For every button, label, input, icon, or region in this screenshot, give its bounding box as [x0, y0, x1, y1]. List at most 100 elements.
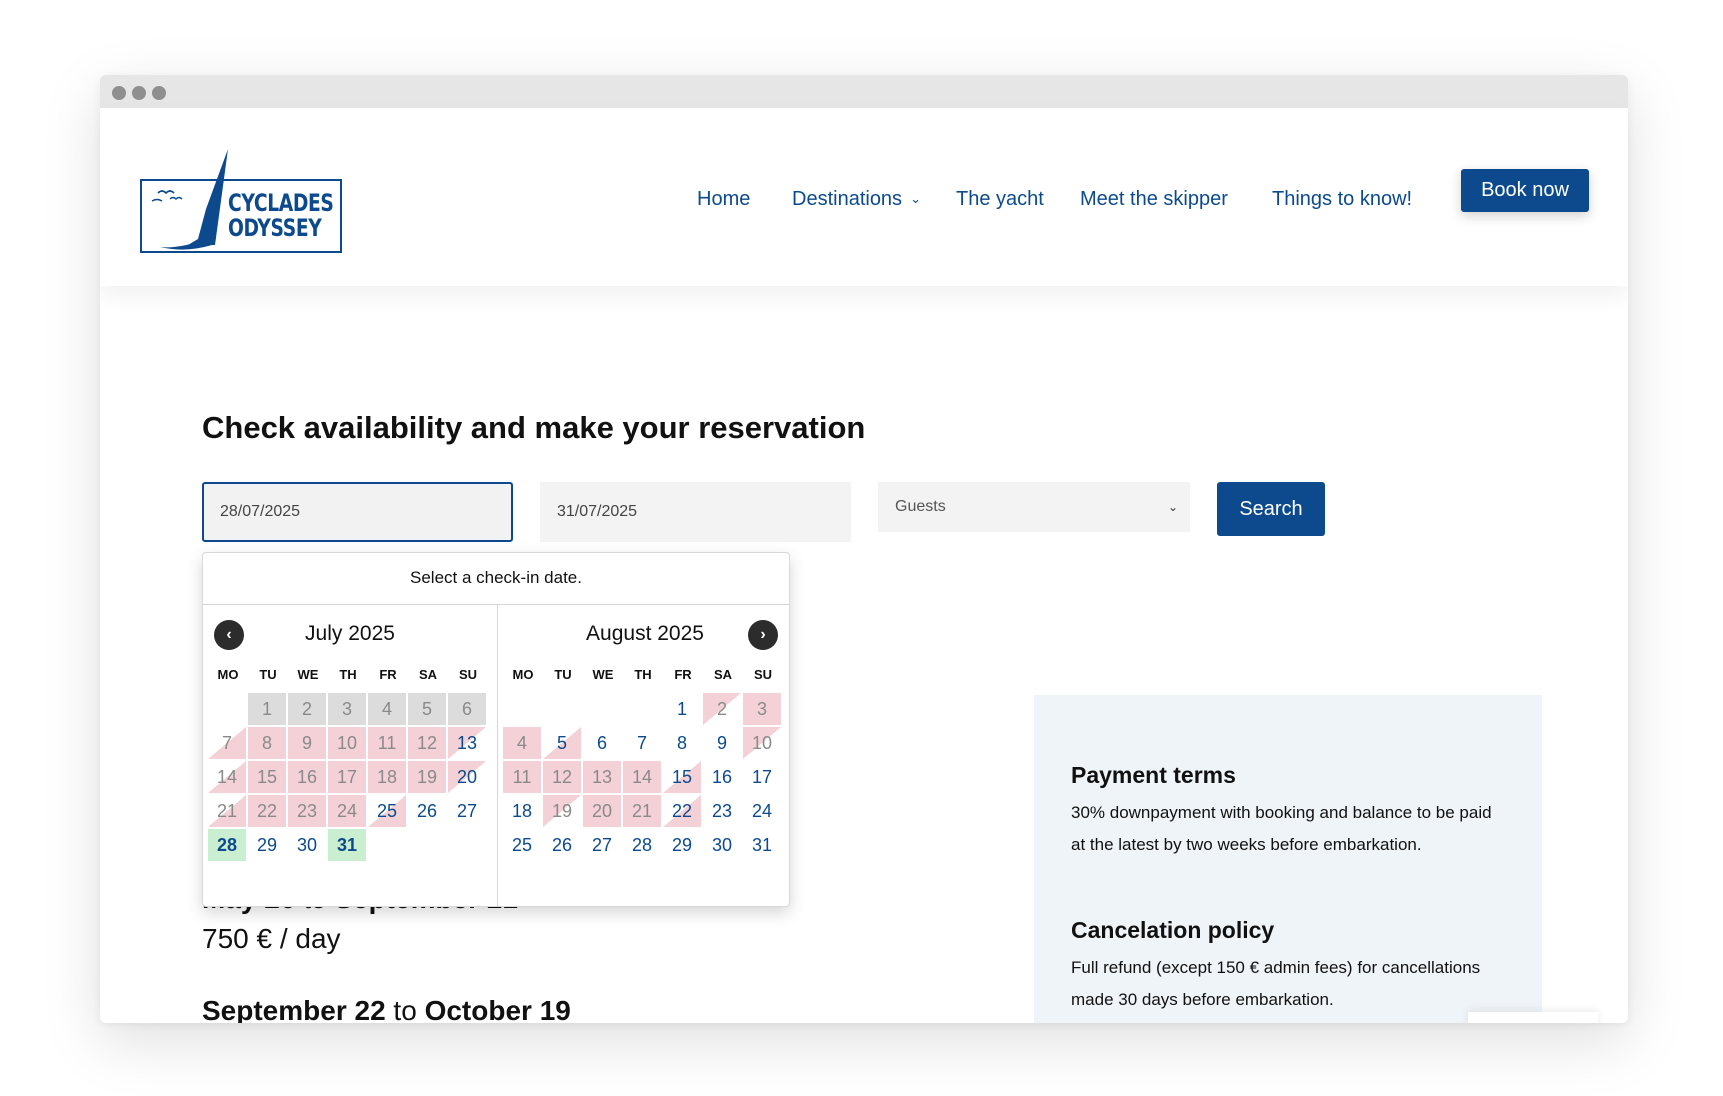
weekday-label: SA — [713, 667, 733, 682]
calendar-day: 2 — [703, 693, 741, 725]
nav-destinations-label: Destinations — [792, 188, 903, 210]
chevron-down-icon: ⌄ — [910, 191, 921, 206]
calendar-day[interactable]: 30 — [288, 829, 326, 861]
calendar-day[interactable]: 22 — [663, 795, 701, 827]
payment-terms-title: Payment terms — [1071, 762, 1236, 788]
main-nav: Home Destinations ⌄ The yacht Meet the sk… — [100, 182, 1628, 216]
calendar-day: 20 — [583, 795, 621, 827]
calendar-day: 6 — [448, 693, 486, 725]
checkin-date-input[interactable]: 28/07/2025 — [202, 482, 513, 542]
calendar-month-august: August 2025 › MO TU WE TH FR SA SU 12345… — [498, 605, 792, 907]
weekday-label: SU — [753, 667, 773, 682]
calendar-day[interactable]: 23 — [703, 795, 741, 827]
calendar-day[interactable]: 18 — [503, 795, 541, 827]
calendar-day[interactable]: 1 — [663, 693, 701, 725]
calendar-day[interactable]: 28 — [623, 829, 661, 861]
weekday-label: TH — [339, 667, 357, 682]
calendar-day: 10 — [743, 727, 781, 759]
calendar-empty-cell — [503, 693, 541, 725]
floating-widget[interactable] — [1468, 1012, 1598, 1023]
payment-terms-text: 30% downpayment with booking and balance… — [1071, 803, 1492, 854]
calendar-day: 13 — [583, 761, 621, 793]
season-2-start: September 22 — [202, 995, 386, 1023]
calendar-day[interactable]: 7 — [623, 727, 661, 759]
weekday-header: MO TU WE TH FR SA SU — [503, 667, 783, 682]
day-grid: 1 2 3 4 5 6 7 8 9 10 11 12 13 14 15 16 17 18 19 20 21 22 23 24 2… — [503, 693, 781, 861]
calendar-day[interactable]: 8 — [663, 727, 701, 759]
calendar-day: 4 — [503, 727, 541, 759]
calendar-day[interactable]: 6 — [583, 727, 621, 759]
calendar-day[interactable]: 5 — [543, 727, 581, 759]
calendar-day: 17 — [328, 761, 366, 793]
weekday-label: MO — [512, 667, 534, 682]
weekday-header: MO TU WE TH FR SA SU — [208, 667, 488, 682]
weekday-label: WE — [297, 667, 319, 682]
season-1-price: 750 € / day — [202, 923, 341, 954]
season-2-range: September 22 to October 19 — [202, 995, 571, 1023]
calendar-day[interactable]: 27 — [583, 829, 621, 861]
calendar-day[interactable]: 15 — [663, 761, 701, 793]
month-title: July 2025 — [305, 622, 395, 645]
nav-meet-the-skipper[interactable]: Meet the skipper — [1080, 182, 1228, 216]
guests-select[interactable]: Guests ⌄ — [878, 482, 1190, 532]
calendar-day: 19 — [408, 761, 446, 793]
nav-destinations[interactable]: Destinations ⌄ — [792, 182, 921, 216]
calendar-day[interactable]: 13 — [448, 727, 486, 759]
checkout-date-input[interactable]: 31/07/2025 — [540, 482, 851, 542]
search-button[interactable]: Search — [1217, 482, 1325, 536]
calendar-day: 8 — [248, 727, 286, 759]
calendar-day[interactable]: 29 — [663, 829, 701, 861]
calendar-day[interactable]: 17 — [743, 761, 781, 793]
calendar-day[interactable]: 26 — [543, 829, 581, 861]
calendar-day: 10 — [328, 727, 366, 759]
calendar-day[interactable]: 29 — [248, 829, 286, 861]
site-header: CYCLADES ODYSSEY Home Destinations ⌄ The … — [100, 108, 1628, 286]
chevron-down-icon: ⌄ — [1167, 500, 1178, 514]
calendar-day: 2 — [288, 693, 326, 725]
calendar-empty-cell — [583, 693, 621, 725]
calendar-day: 1 — [248, 693, 286, 725]
calendar-month-july: ‹ July 2025 MO TU WE TH FR SA SU 1234567… — [203, 605, 497, 907]
weekday-label: FR — [674, 667, 692, 682]
calendar-day[interactable]: 31 — [328, 829, 366, 861]
calendar-day: 12 — [408, 727, 446, 759]
weekday-label: SU — [458, 667, 478, 682]
weekday-label: TH — [634, 667, 652, 682]
book-now-button[interactable]: Book now — [1461, 169, 1589, 212]
cancel-policy-text: Full refund (except 150 € admin fees) fo… — [1071, 958, 1481, 1009]
calendar-day: 9 — [288, 727, 326, 759]
calendar-day: 14 — [623, 761, 661, 793]
calendar-day[interactable]: 26 — [408, 795, 446, 827]
season-2-end: October 19 — [424, 995, 571, 1023]
calendar-day: 21 — [623, 795, 661, 827]
next-month-icon[interactable]: › — [748, 620, 778, 650]
nav-the-yacht[interactable]: The yacht — [956, 182, 1044, 216]
calendar-day[interactable]: 20 — [448, 761, 486, 793]
nav-things-to-know[interactable]: Things to know! — [1272, 182, 1412, 216]
calendar-day: 23 — [288, 795, 326, 827]
calendar-day: 3 — [743, 693, 781, 725]
calendar-day[interactable]: 16 — [703, 761, 741, 793]
calendar-day: 3 — [328, 693, 366, 725]
calendar-day[interactable]: 25 — [368, 795, 406, 827]
calendar-day: 5 — [408, 693, 446, 725]
calendar-day: 11 — [503, 761, 541, 793]
page-title: Check availability and make your reserva… — [202, 410, 866, 445]
calendar-day[interactable]: 25 — [503, 829, 541, 861]
guests-select-label: Guests — [895, 498, 946, 515]
info-panel: Payment terms 30% downpayment with booki… — [1034, 695, 1542, 1023]
calendar-day: 22 — [248, 795, 286, 827]
calendar-empty-cell — [208, 693, 246, 725]
calendar-day[interactable]: 28 — [208, 829, 246, 861]
calendar-day: 16 — [288, 761, 326, 793]
date-picker-popup: Select a check-in date. ‹ July 2025 MO T… — [202, 552, 790, 907]
nav-home[interactable]: Home — [697, 182, 750, 216]
calendar-day: 15 — [248, 761, 286, 793]
calendar-day[interactable]: 9 — [703, 727, 741, 759]
calendar-day[interactable]: 27 — [448, 795, 486, 827]
calendar-day[interactable]: 30 — [703, 829, 741, 861]
weekday-label: TU — [554, 667, 572, 682]
calendar-empty-cell — [543, 693, 581, 725]
calendar-day[interactable]: 24 — [743, 795, 781, 827]
calendar-day[interactable]: 31 — [743, 829, 781, 861]
